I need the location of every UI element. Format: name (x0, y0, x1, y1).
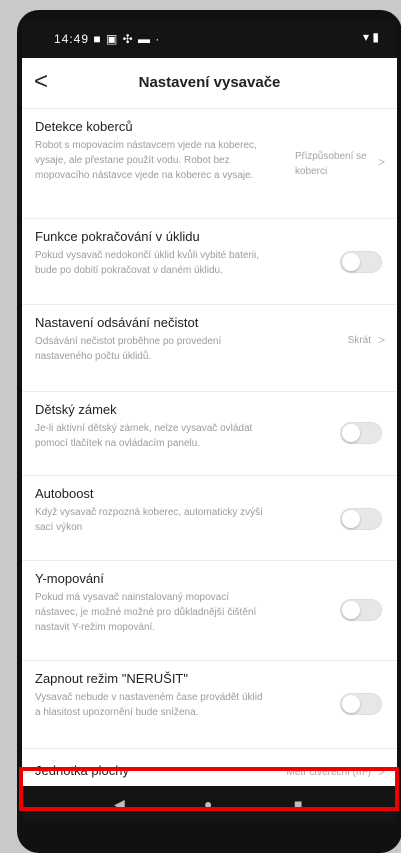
setting-title: Autoboost (35, 486, 94, 501)
setting-title: Dětský zámek (35, 402, 117, 417)
settings-list: Detekce koberců Robot s mopovacím nástav… (22, 109, 397, 795)
setting-dust-emptying[interactable]: Nastavení odsávání nečistot Odsávání neč… (22, 305, 397, 392)
setting-autoboost[interactable]: Autoboost Když vysavač rozpozná koberec,… (22, 476, 397, 561)
setting-carpet-detection[interactable]: Detekce koberců Robot s mopovacím nástav… (22, 109, 397, 219)
setting-resume-cleaning[interactable]: Funkce pokračování v úklidu Pokud vysava… (22, 219, 397, 305)
app-header: < Nastavení vysavače (22, 58, 397, 109)
setting-description: Odsávání nečistot proběhne po provedení … (35, 336, 222, 362)
toggle-knob (342, 695, 360, 713)
setting-y-mopping[interactable]: Y-mopování Pokud má vysavač nainstalovan… (22, 561, 397, 661)
setting-description: Když vysavač rozpozná koberec, automatic… (35, 507, 263, 533)
chevron-right-icon: > (377, 333, 385, 347)
setting-description: Robot s mopovacím nástavcem vjede na kob… (35, 140, 257, 181)
app-screen: 14:49 ■ ▣ ✣ ▬ · ▾ ▮ < Nastavení vysavače… (22, 20, 397, 822)
toggle-knob (342, 424, 360, 442)
y-mopping-toggle[interactable] (340, 599, 382, 621)
setting-title: Y-mopování (35, 571, 104, 586)
chevron-right-icon: > (377, 155, 385, 169)
resume-cleaning-toggle[interactable] (340, 251, 382, 273)
setting-value: Skrát (347, 335, 371, 346)
wifi-battery-icon: ▾ ▮ (363, 30, 379, 44)
status-bar: 14:49 ■ ▣ ✣ ▬ · ▾ ▮ (22, 20, 397, 58)
setting-description: Vysavač nebude v nastaveném čase provádě… (35, 692, 263, 718)
setting-title: Detekce koberců (35, 119, 133, 134)
setting-description: Pokud vysavač nedokončí úklid kvůli vybi… (35, 250, 260, 276)
page-title: Nastavení vysavače (138, 74, 281, 91)
toggle-knob (342, 253, 360, 271)
setting-title: Nastavení odsávání nečistot (35, 315, 199, 330)
setting-title: Funkce pokračování v úklidu (35, 229, 200, 244)
toggle-knob (342, 510, 360, 528)
setting-do-not-disturb[interactable]: Zapnout režim "NERUŠIT" Vysavač nebude v… (22, 661, 397, 749)
highlight-box (19, 767, 399, 811)
setting-description: Je-li aktivní dětský zámek, nelze vysava… (35, 423, 253, 449)
status-time: 14:49 (54, 32, 90, 46)
status-time-and-icons: 14:49 ■ ▣ ✣ ▬ · (54, 32, 160, 46)
toggle-knob (342, 601, 360, 619)
autoboost-toggle[interactable] (340, 508, 382, 530)
setting-child-lock[interactable]: Dětský zámek Je-li aktivní dětský zámek,… (22, 392, 397, 476)
do-not-disturb-toggle[interactable] (340, 693, 382, 715)
setting-title: Zapnout režim "NERUŠIT" (35, 671, 188, 686)
child-lock-toggle[interactable] (340, 422, 382, 444)
status-notification-icons: ■ ▣ ✣ ▬ · (93, 32, 161, 46)
setting-value: Přizpůsobení se koberci (295, 151, 367, 177)
setting-description: Pokud má vysavač nainstalovaný mopovací … (35, 592, 257, 633)
